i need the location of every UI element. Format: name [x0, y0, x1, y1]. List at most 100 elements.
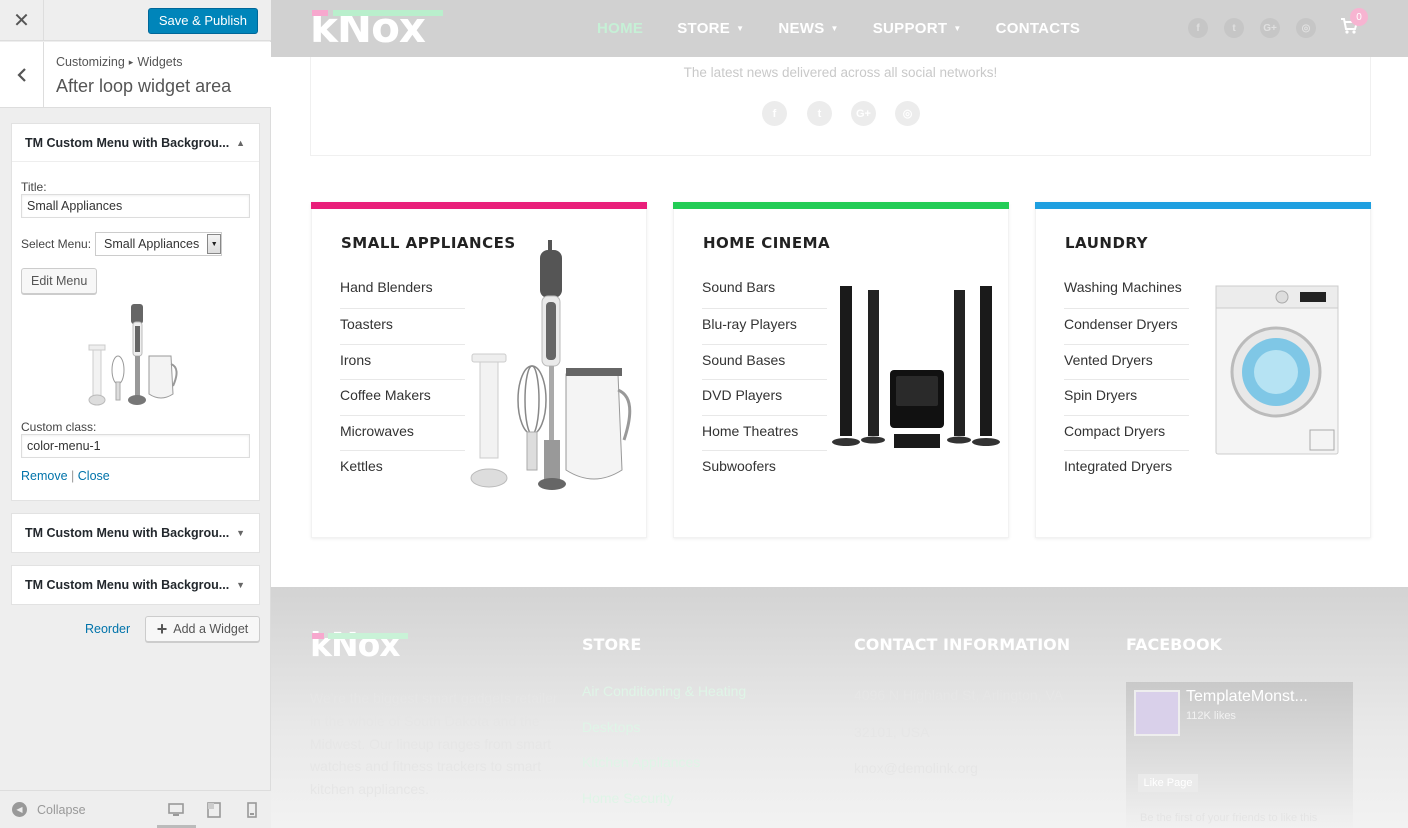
news-text: The latest news delivered across all soc… — [683, 65, 998, 80]
background-image-thumbnail[interactable] — [21, 302, 250, 412]
title-input[interactable] — [21, 194, 250, 218]
widget-custom-menu-1: TM Custom Menu with Backgrou... ▲ Title:… — [11, 123, 260, 501]
menu-item[interactable]: Irons — [340, 345, 465, 380]
footer-logo: kNox — [310, 625, 401, 664]
plus-icon: + — [156, 619, 168, 639]
facebook-page-name[interactable]: TemplateMonst... — [1186, 688, 1308, 706]
menu-item[interactable]: Spin Dryers — [1064, 380, 1189, 416]
contact-zip: 32101, USA — [854, 723, 930, 740]
facebook-page-widget[interactable]: TemplateMonst... 112K likes Like Page Be… — [1126, 682, 1353, 828]
google-plus-icon[interactable]: G+ — [1260, 18, 1280, 38]
nav-contacts[interactable]: CONTACTS — [996, 20, 1081, 37]
menu-item[interactable]: Coffee Makers — [340, 380, 465, 416]
chevron-down-icon: ▼ — [830, 24, 839, 33]
menu-item[interactable]: Compact Dryers — [1064, 416, 1189, 451]
menu-item[interactable]: Toasters — [340, 309, 465, 345]
collapse-arrow-icon: ◀ — [12, 802, 27, 817]
reorder-link[interactable]: Reorder — [85, 622, 130, 636]
facebook-like-button[interactable]: Like Page — [1138, 774, 1198, 792]
custom-class-input[interactable] — [21, 434, 250, 458]
custom-class-label: Custom class: — [21, 420, 97, 434]
nav-news-label: NEWS — [778, 20, 825, 37]
collapse-button[interactable]: ◀ Collapse — [12, 802, 86, 817]
footer-contact-heading: CONTACT INFORMATION — [854, 635, 1071, 654]
menu-item[interactable]: Sound Bars — [702, 272, 827, 309]
twitter-icon[interactable]: t — [1224, 18, 1244, 38]
instagram-icon[interactable]: ◎ — [895, 101, 920, 126]
category-menu: Sound Bars Blu-ray Players Sound Bases D… — [702, 272, 827, 487]
nav-support[interactable]: SUPPORT ▼ — [873, 20, 962, 37]
select-menu-value: Small Appliances — [104, 237, 200, 251]
footer-link[interactable]: Air Conditioning & Heating — [582, 683, 746, 719]
collapse-arrow-icon[interactable]: ▲ — [236, 138, 245, 148]
twitter-icon[interactable]: t — [807, 101, 832, 126]
save-publish-button[interactable]: Save & Publish — [147, 8, 258, 34]
contact-email[interactable]: knox@demolink.org — [854, 760, 1063, 797]
footer-link[interactable]: Kitchen Appliances — [582, 754, 746, 790]
menu-item[interactable]: Blu-ray Players — [702, 309, 827, 345]
footer-contact-info: 4096 N Highland St, Arlington, VA 32101,… — [854, 687, 1063, 797]
remove-link[interactable]: Remove — [21, 469, 68, 483]
category-menu: Washing Machines Condenser Dryers Vented… — [1064, 272, 1189, 487]
google-plus-icon[interactable]: G+ — [851, 101, 876, 126]
footer-link[interactable]: Desktops — [582, 719, 746, 755]
facebook-page-avatar — [1134, 690, 1180, 736]
widget-form: Title: Select Menu: Small Appliances ▼ E… — [12, 180, 259, 483]
close-link[interactable]: Close — [78, 469, 110, 483]
select-menu-dropdown[interactable]: Small Appliances ▼ — [95, 232, 223, 256]
link-separator: | — [71, 469, 75, 483]
expand-arrow-icon[interactable]: ▼ — [236, 580, 245, 590]
menu-item[interactable]: Washing Machines — [1064, 272, 1189, 309]
nav-store[interactable]: STORE ▼ — [677, 20, 744, 37]
category-laundry: LAUNDRY Washing Machines Condenser Dryer… — [1035, 202, 1371, 538]
edit-menu-button[interactable]: Edit Menu — [21, 268, 98, 294]
breadcrumb: Customizing ▸ Widgets — [56, 55, 182, 69]
widget-custom-menu-3[interactable]: TM Custom Menu with Backgrou... ▼ — [11, 565, 260, 605]
dropdown-arrow-icon[interactable]: ▼ — [207, 234, 222, 254]
instagram-icon[interactable]: ◎ — [1296, 18, 1316, 38]
logo-accent-pink — [312, 10, 328, 16]
expand-arrow-icon[interactable]: ▼ — [236, 528, 245, 538]
close-customizer-icon[interactable]: ✕ — [0, 0, 44, 41]
widget-header[interactable]: TM Custom Menu with Backgrou... ▼ — [12, 514, 259, 552]
nav-home[interactable]: HOME — [597, 20, 643, 37]
menu-item[interactable]: Home Theatres — [702, 416, 827, 451]
widget-header[interactable]: TM Custom Menu with Backgrou... ▼ — [12, 566, 259, 604]
section-title: After loop widget area — [56, 76, 232, 96]
category-small-appliances: SMALL APPLIANCES Hand Blenders Toasters … — [311, 202, 647, 538]
menu-item[interactable]: DVD Players — [702, 380, 827, 416]
chevron-down-icon: ▼ — [953, 24, 962, 33]
mobile-icon[interactable] — [244, 802, 260, 818]
menu-item[interactable]: Microwaves — [340, 416, 465, 451]
footer-logo-accent-pink — [312, 633, 324, 639]
widget-custom-menu-2[interactable]: TM Custom Menu with Backgrou... ▼ — [11, 513, 260, 553]
menu-item[interactable]: Condenser Dryers — [1064, 309, 1189, 345]
footer-link[interactable]: Home Security — [582, 790, 746, 826]
facebook-icon[interactable]: f — [1188, 18, 1208, 38]
widget-actions: Remove | Close — [21, 469, 250, 483]
tablet-icon[interactable] — [206, 802, 222, 818]
main-nav: HOME STORE ▼ NEWS ▼ SUPPORT ▼ CONTACTS — [597, 0, 1114, 57]
category-menu: Hand Blenders Toasters Irons Coffee Make… — [340, 272, 465, 487]
category-home-cinema: HOME CINEMA Sound Bars Blu-ray Players S… — [673, 202, 1009, 538]
add-widget-label: Add a Widget — [173, 622, 249, 636]
nav-support-label: SUPPORT — [872, 20, 948, 37]
widget-title: TM Custom Menu with Backgrou... — [25, 135, 230, 150]
menu-item[interactable]: Subwoofers — [702, 451, 827, 487]
menu-item[interactable]: Integrated Dryers — [1064, 451, 1189, 487]
menu-item[interactable]: Vented Dryers — [1064, 345, 1189, 380]
menu-item[interactable]: Kettles — [340, 451, 465, 487]
add-widget-button[interactable]: + Add a Widget — [145, 616, 260, 642]
widget-header[interactable]: TM Custom Menu with Backgrou... ▲ — [12, 124, 259, 162]
facebook-like-count: 112K likes — [1186, 710, 1236, 722]
facebook-icon[interactable]: f — [762, 101, 787, 126]
menu-item[interactable]: Hand Blenders — [340, 272, 465, 309]
contact-address: 4096 N Highland St, Arlington, VA — [854, 687, 1064, 703]
customizer-sidebar: ✕ Save & Publish Customizing ▸ Widgets Aft… — [0, 0, 271, 828]
menu-item[interactable]: Sound Bases — [702, 345, 827, 380]
back-icon[interactable] — [0, 42, 44, 108]
desktop-icon[interactable] — [168, 802, 184, 818]
footer-logo-accent-green — [328, 633, 408, 639]
nav-news[interactable]: NEWS ▼ — [778, 20, 838, 37]
site-preview: kNox HOME STORE ▼ NEWS ▼ SUPPORT ▼ CONTACTS… — [271, 0, 1408, 828]
